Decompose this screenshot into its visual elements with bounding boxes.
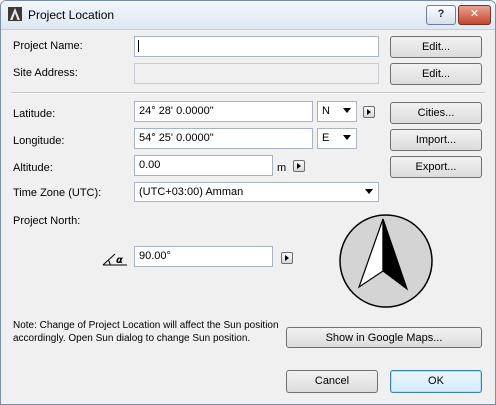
altitude-arrow-button[interactable] xyxy=(293,160,305,172)
site-address-label: Site Address: xyxy=(13,67,78,79)
latitude-hemisphere-select[interactable]: N xyxy=(317,101,357,122)
angle-icon: α xyxy=(102,253,127,266)
help-button[interactable]: ? xyxy=(426,5,456,25)
project-name-label: Project Name: xyxy=(13,40,83,52)
project-north-arrow-button[interactable] xyxy=(281,252,293,264)
angle-symbol: α xyxy=(116,255,123,266)
export-button[interactable]: Export... xyxy=(390,156,482,178)
text-caret xyxy=(138,40,139,52)
latitude-coordinate-arrow-button[interactable] xyxy=(363,106,375,118)
ok-button[interactable]: OK xyxy=(390,370,482,393)
import-button[interactable]: Import... xyxy=(390,129,482,151)
latitude-input[interactable]: 24° 28' 0.0000" xyxy=(134,101,313,122)
longitude-hemisphere-select[interactable]: E xyxy=(317,128,357,149)
project-location-dialog: Project Location ? ✕ Project Name: Edit.… xyxy=(0,0,496,405)
project-north-input[interactable]: 90.00° xyxy=(134,246,273,267)
altitude-unit: m xyxy=(277,162,287,174)
show-in-google-maps-button[interactable]: Show in Google Maps... xyxy=(286,327,482,348)
site-address-edit-button[interactable]: Edit... xyxy=(390,63,482,85)
chevron-down-icon xyxy=(343,135,351,140)
timezone-label: Time Zone (UTC): xyxy=(13,187,102,199)
compass-icon xyxy=(339,214,433,308)
timezone-select[interactable]: (UTC+03:00) Amman xyxy=(134,182,379,202)
longitude-input[interactable]: 54° 25' 0.0000" xyxy=(134,128,313,149)
title-bar: Project Location ? ✕ xyxy=(1,1,495,30)
separator xyxy=(11,92,485,94)
project-north-label: Project North: xyxy=(13,215,81,227)
chevron-down-icon xyxy=(365,189,373,194)
sun-position-note: Note: Change of Project Location will af… xyxy=(13,320,279,344)
cancel-button[interactable]: Cancel xyxy=(286,370,378,393)
cities-button[interactable]: Cities... xyxy=(390,102,482,124)
window-title: Project Location xyxy=(28,8,115,22)
archicad-app-icon xyxy=(8,7,22,21)
chevron-down-icon xyxy=(343,108,351,113)
longitude-label: Longitude: xyxy=(13,135,65,147)
altitude-label: Altitude: xyxy=(13,162,53,174)
close-button[interactable]: ✕ xyxy=(458,5,491,25)
altitude-input[interactable]: 0.00 xyxy=(134,155,273,176)
project-name-input[interactable] xyxy=(134,36,379,57)
latitude-label: Latitude: xyxy=(13,108,56,120)
site-address-field xyxy=(134,63,379,84)
project-name-edit-button[interactable]: Edit... xyxy=(390,36,482,58)
